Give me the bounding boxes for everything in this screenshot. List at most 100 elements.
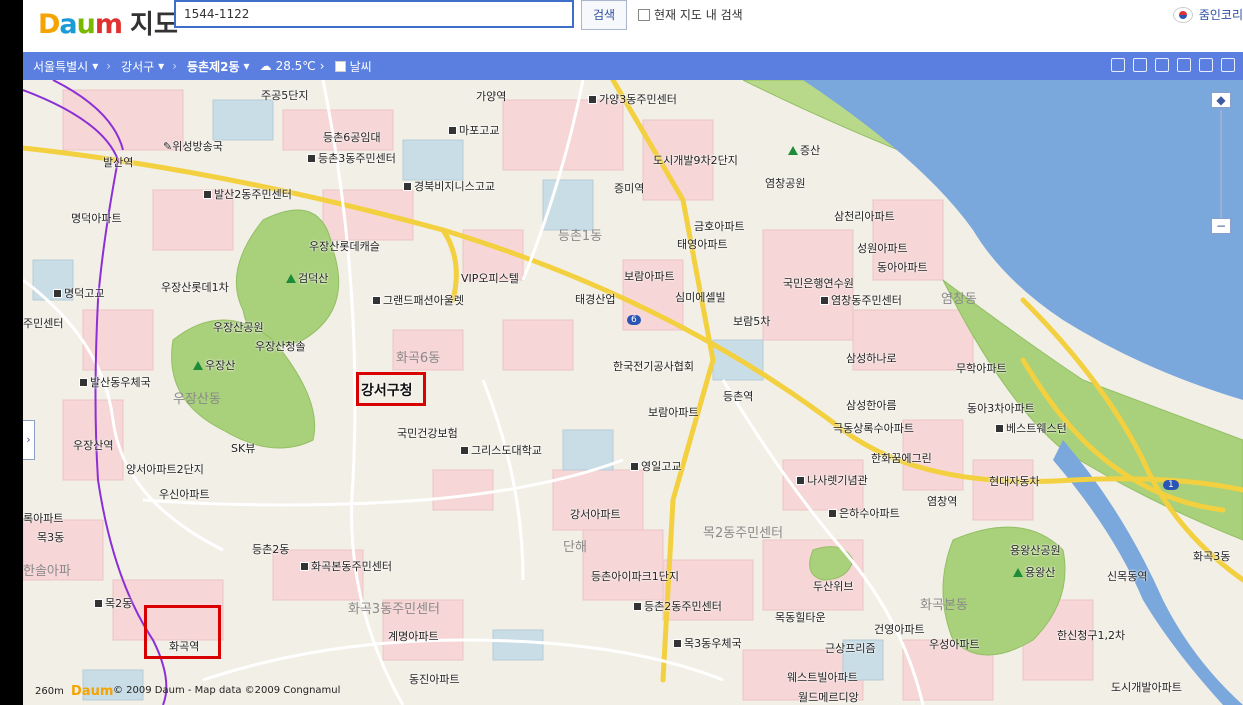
map-label[interactable]: 삼성하나로 (846, 350, 897, 366)
map-label[interactable]: 우성아파트 (929, 636, 980, 652)
map-label[interactable]: 마포고교 (448, 122, 499, 138)
map-label[interactable]: 발산역 (103, 154, 133, 170)
map-label[interactable]: 한화꿈에그린 (871, 450, 932, 466)
map-label[interactable]: 가양역 (476, 88, 506, 104)
map-label[interactable]: 동아3차아파트 (967, 400, 1035, 416)
map-label[interactable]: 국민은행연수원 (783, 275, 854, 291)
download-icon[interactable] (1111, 58, 1125, 72)
map-label[interactable]: 용왕산공원 (1010, 542, 1061, 558)
map-label[interactable]: 등촌역 (723, 388, 753, 404)
expand-panel-button[interactable]: › (23, 420, 35, 460)
map-label[interactable]: 태영아파트 (677, 236, 728, 252)
map-label[interactable]: 등촌2동 (252, 541, 289, 557)
map-label[interactable]: 용왕산 (1013, 564, 1055, 580)
map-label[interactable]: 동진아파트 (409, 671, 460, 687)
map-label[interactable]: 우장산역 (73, 437, 113, 453)
map-label[interactable]: SK뷰 (231, 440, 255, 456)
map-label[interactable]: 심미에셀빌 (675, 289, 726, 305)
map-label[interactable]: 근상프리즘 (825, 640, 876, 656)
map-label[interactable]: 우장산공원 (213, 319, 264, 335)
map-label[interactable]: 목2동 (94, 595, 132, 611)
current-map-search-option[interactable]: 현재 지도 내 검색 (638, 6, 743, 23)
zoom-in-button[interactable]: ◆ (1211, 92, 1231, 108)
map-label[interactable]: VIP오피스텔 (461, 270, 519, 286)
map-label[interactable]: 화곡3동 (1193, 548, 1230, 564)
map-label[interactable]: 신목동역 (1107, 568, 1147, 584)
mail-icon[interactable] (1155, 58, 1169, 72)
map-label[interactable]: 가양3동주민센터 (588, 91, 677, 107)
map-label[interactable]: 등촌6공임대 (323, 129, 381, 145)
map-label[interactable]: 보람아파트 (648, 404, 699, 420)
map-label[interactable]: 삼성한아름 (846, 397, 897, 413)
map-label[interactable]: 증산 (788, 142, 820, 158)
map-label[interactable]: 검덕산 (286, 270, 328, 286)
map-label[interactable]: 우장산롯데1차 (161, 279, 229, 295)
map-label[interactable]: 주민센터 (23, 315, 63, 331)
map-label[interactable]: 등촌아이파크1단지 (591, 568, 679, 584)
map-label[interactable]: 목동힐타운 (775, 609, 826, 625)
map-label[interactable]: 나사렛기념관 (796, 472, 868, 488)
map-label[interactable]: 명덕아파트 (71, 210, 122, 226)
map-label[interactable]: ✎위성방송국 (163, 138, 223, 154)
map-label[interactable]: 국민건강보험 (397, 425, 458, 441)
current-map-search-checkbox[interactable] (638, 8, 650, 21)
map-label[interactable]: 건영아파트 (874, 621, 925, 637)
map-label[interactable]: 한신청구1,2차 (1057, 627, 1125, 643)
map-label[interactable]: 두산위브 (813, 578, 853, 594)
map-label[interactable]: 태경산업 (575, 291, 615, 307)
map-label[interactable]: 금호아파트 (694, 218, 745, 234)
map-label[interactable]: 우장산청솔 (255, 338, 306, 354)
map-label[interactable]: 월드메르디앙 (798, 689, 859, 705)
map-label[interactable]: 우장산롯데캐슬 (309, 238, 380, 254)
map-label[interactable]: 화곡역 (169, 638, 199, 654)
daum-logo[interactable]: Daum 지도 (38, 2, 178, 38)
map-label[interactable]: 보람5차 (733, 313, 770, 329)
map-label[interactable]: 록아파트 (23, 510, 63, 526)
search-input[interactable]: 1544-1122 (174, 0, 574, 28)
language-selector[interactable]: 줌인코리 (1172, 6, 1243, 23)
map-canvas[interactable]: 등촌1동 염창동 화곡6동 우장산동 한솔아파 단해 목2동주민센터 화곡3동주… (23, 80, 1243, 705)
map-label[interactable]: 그리스도대학교 (460, 442, 542, 458)
weather-checkbox[interactable] (334, 60, 346, 72)
map-label[interactable]: 그랜드패션아울렛 (372, 292, 464, 308)
map-label[interactable]: 등촌3동주민센터 (307, 150, 396, 166)
fullscreen-icon[interactable] (1221, 58, 1235, 72)
map-label[interactable]: 은하수아파트 (828, 505, 900, 521)
map-label[interactable]: 우신아파트 (159, 486, 210, 502)
map-label[interactable]: 도시개발아파트 (1111, 679, 1182, 695)
map-label[interactable]: 무학아파트 (956, 360, 1007, 376)
map-label[interactable]: 양서아파트2단지 (126, 461, 204, 477)
map-label[interactable]: 염창역 (927, 493, 957, 509)
map-label[interactable]: 삼천리아파트 (834, 208, 895, 224)
map-label[interactable]: 염창공원 (765, 175, 805, 191)
map-label[interactable]: 보람아파트 (624, 268, 675, 284)
map-label[interactable]: 발산2동주민센터 (203, 186, 292, 202)
map-label-highlighted[interactable]: 강서구청 (361, 380, 413, 400)
map-label[interactable]: 등촌2동주민센터 (633, 598, 722, 614)
save-icon[interactable] (1133, 58, 1147, 72)
map-label[interactable]: 목3동 (37, 529, 64, 545)
map-label[interactable]: 영일고교 (630, 458, 681, 474)
map-label[interactable]: 염창동주민센터 (820, 292, 902, 308)
print-icon[interactable] (1177, 58, 1191, 72)
map-label[interactable]: 현대자동차 (989, 473, 1040, 489)
weather-temperature[interactable]: ☁ 28.5℃ › (260, 59, 325, 73)
map-label[interactable]: 극동상록수아파트 (833, 420, 914, 436)
map-label[interactable]: 성원아파트 (857, 240, 908, 256)
map-label[interactable]: 웨스트빌아파트 (787, 669, 858, 685)
map-label[interactable]: 강서아파트 (570, 506, 621, 522)
map-label[interactable]: 명덕고교 (53, 285, 104, 301)
map-label[interactable]: 베스트웨스턴 (995, 420, 1067, 436)
search-button[interactable]: 검색 (581, 0, 627, 30)
zoom-slider[interactable] (1220, 110, 1222, 220)
map-label[interactable]: 화곡본동주민센터 (300, 558, 392, 574)
ruler-icon[interactable] (1199, 58, 1213, 72)
dong-selector[interactable]: 등촌제2동 ▾ (187, 58, 250, 75)
map-label[interactable]: 우장산 (193, 357, 235, 373)
map-label[interactable]: 동아아파트 (877, 259, 928, 275)
zoom-out-button[interactable]: − (1211, 218, 1231, 234)
district-selector[interactable]: 강서구 ▾ (121, 58, 164, 75)
weather-toggle[interactable]: 날씨 (334, 58, 372, 75)
city-selector[interactable]: 서울특별시 ▾ (33, 58, 98, 75)
map-label[interactable]: 도시개발9차2단지 (653, 152, 738, 168)
